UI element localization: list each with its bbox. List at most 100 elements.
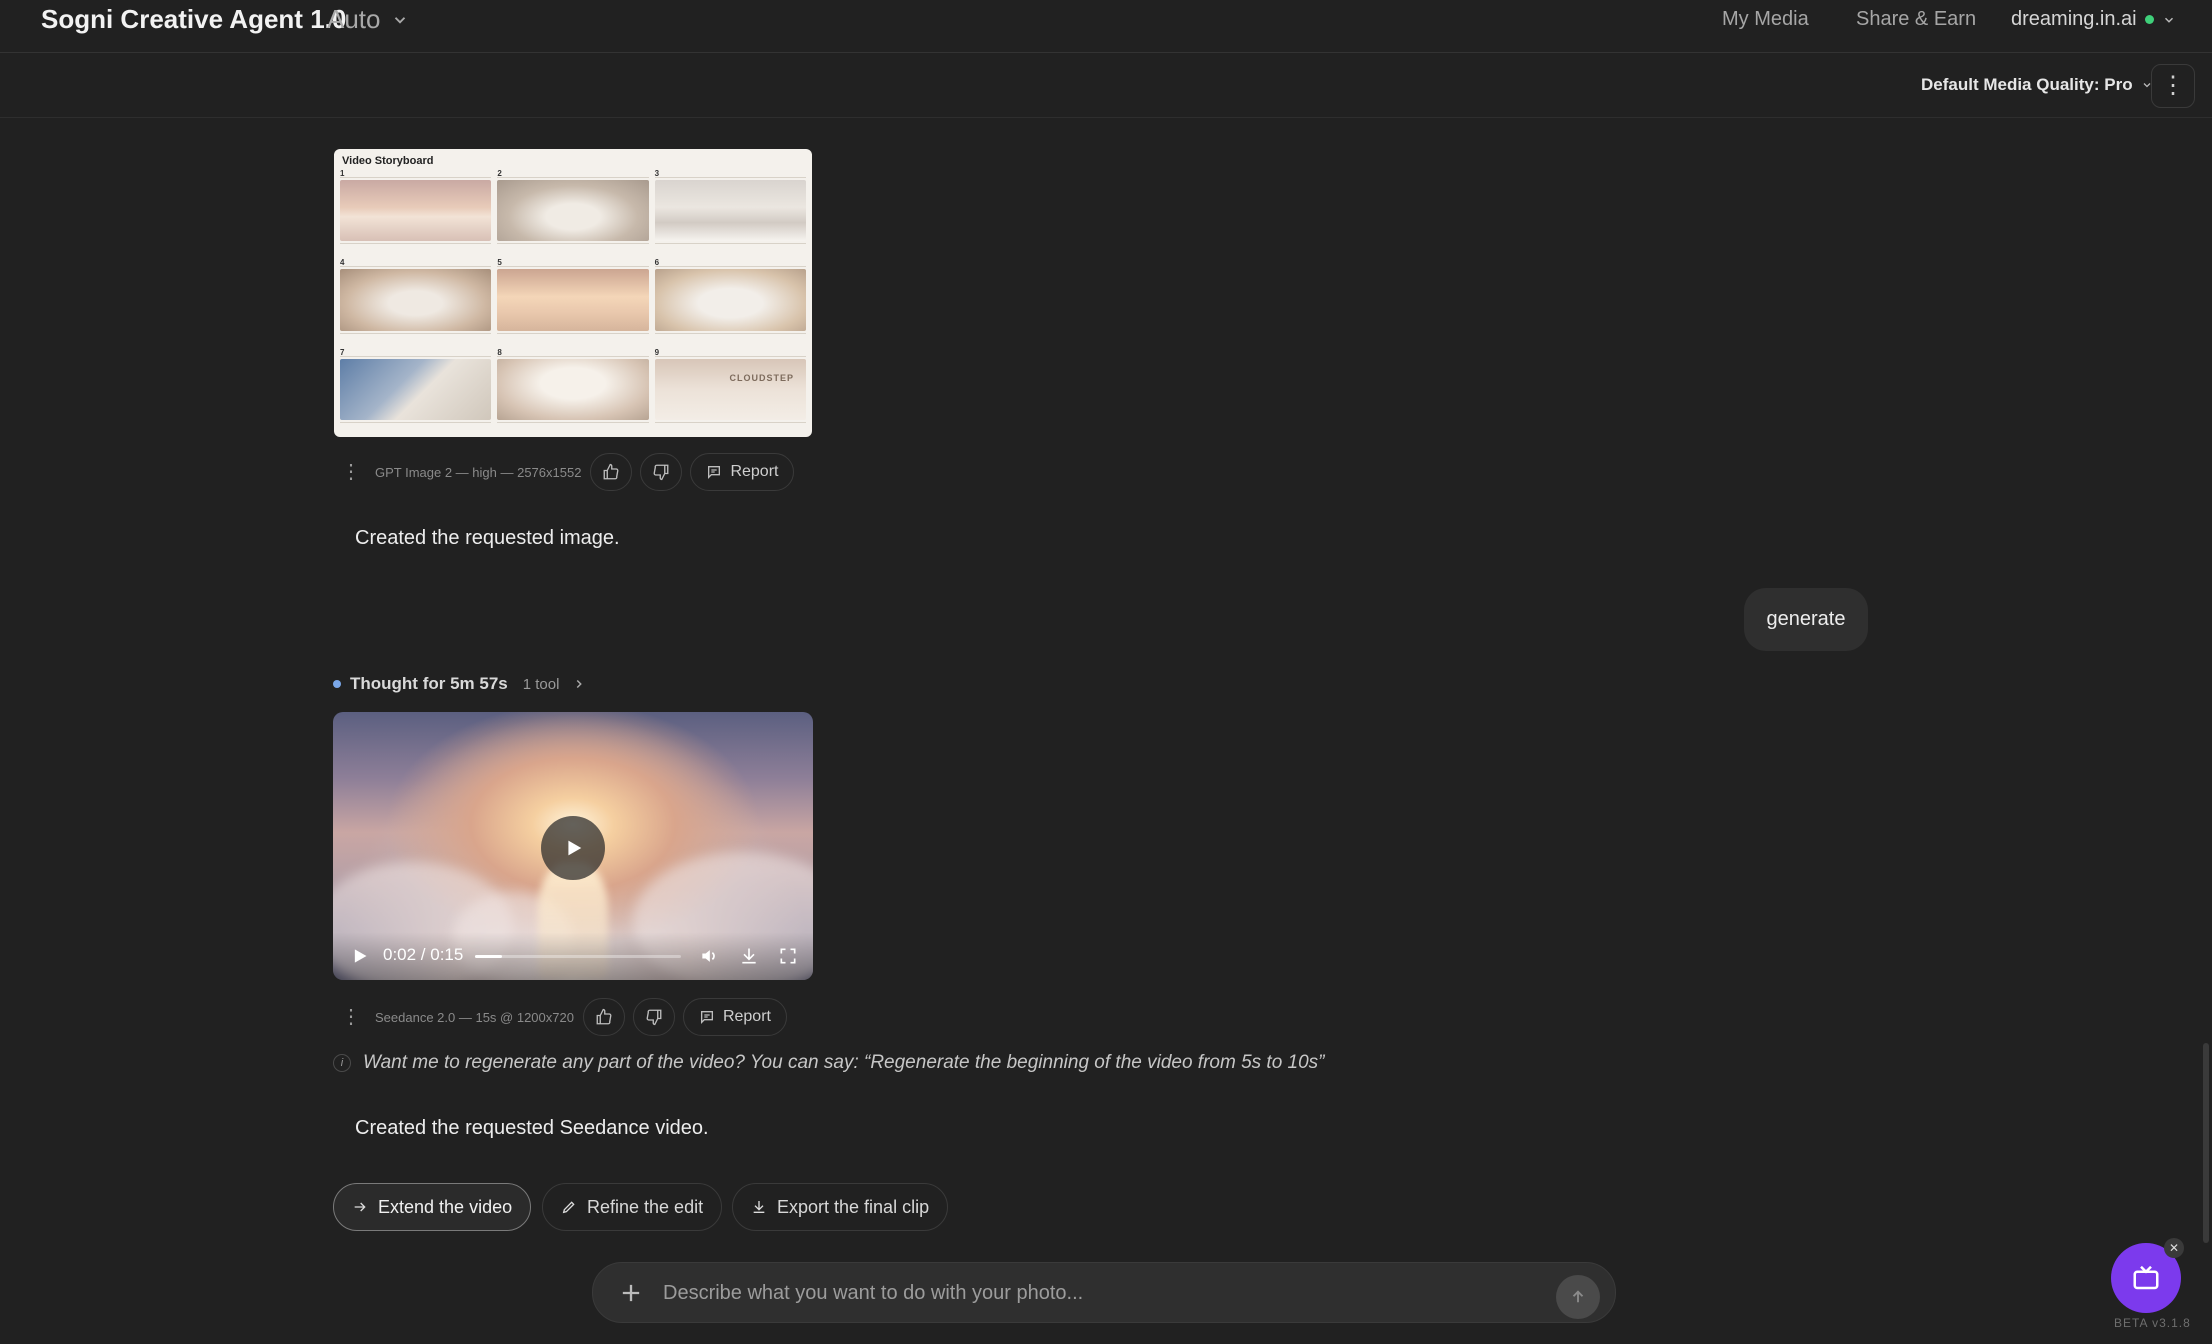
download-icon [753, 1201, 765, 1213]
video-time: 0:02 / 0:15 [383, 945, 464, 964]
media-quality-select[interactable]: Default Media Quality: Pro [1921, 75, 2153, 95]
storyboard-scene: 5 [497, 258, 649, 341]
scene-number: 7 [340, 348, 492, 357]
chevron-down-icon [394, 16, 405, 24]
scene-thumbnail [497, 269, 649, 331]
storyboard-scene: 8 [497, 348, 649, 431]
storyboard-scene: 7 [340, 348, 492, 431]
scene-footer [497, 422, 649, 431]
chevron-down-icon [2164, 17, 2173, 23]
thumbs-up-icon [604, 463, 619, 480]
suggestion-label: Extend the video [378, 1196, 513, 1217]
top-bar: Sogni Creative Agent 1.0 Auto My Media S… [0, 0, 2212, 53]
hint-text: Want me to regenerate any part of the vi… [363, 1052, 1325, 1073]
video-play-overlay-button[interactable] [541, 816, 605, 880]
image-caption: Created the requested image. [355, 527, 620, 549]
user-name: dreaming.in.ai [2011, 8, 2137, 30]
scene-thumbnail: CLOUDSTEP [654, 358, 806, 420]
suggestion-label: Refine the edit [587, 1196, 704, 1217]
video-player[interactable]: 0:02 / 0:15 [333, 712, 813, 980]
suggestion-export-clip[interactable]: Export the final clip [732, 1183, 949, 1231]
pencil-icon [562, 1201, 575, 1214]
kebab-icon: ⋮ [2161, 72, 2185, 99]
scene-number: 1 [340, 169, 492, 178]
user-message: generate [1744, 588, 1868, 651]
chevron-right-icon [577, 679, 583, 689]
kebab-icon[interactable]: ⋮ [341, 1007, 361, 1027]
thought-tool-count: 1 tool [522, 675, 560, 693]
scene-footer [654, 332, 806, 342]
app-title: Sogni Creative Agent 1.0 [41, 4, 347, 34]
storyboard-scene: 9 CLOUDSTEP [654, 348, 806, 431]
scene-thumbnail [654, 269, 806, 331]
storyboard-scene: 4 [340, 258, 492, 342]
thumbs-down-button[interactable] [640, 453, 683, 491]
thumbs-down-button[interactable] [632, 998, 675, 1036]
storyboard-scene: 1 [340, 169, 492, 252]
scene-number: 5 [497, 258, 649, 268]
play-icon [568, 840, 582, 856]
scrollbar[interactable] [2203, 1043, 2209, 1243]
report-button[interactable]: Report [682, 998, 787, 1036]
plus-icon[interactable] [617, 1279, 645, 1307]
thumbs-up-button[interactable] [590, 453, 633, 491]
arrow-right-icon [354, 1202, 366, 1212]
scene-number: 4 [340, 258, 492, 268]
image-meta-text: GPT Image 2 — high — 2576x1552 [375, 464, 582, 480]
close-icon[interactable]: ✕ [2164, 1238, 2184, 1258]
scene-number: 6 [654, 258, 806, 268]
user-menu[interactable]: dreaming.in.ai [2011, 8, 2176, 31]
send-button[interactable] [1556, 1275, 1600, 1319]
sub-bar: Default Media Quality: Pro ⋮ [0, 54, 2212, 118]
volume-icon[interactable] [699, 946, 719, 966]
info-icon: i [333, 1054, 351, 1072]
model-mode-select[interactable]: Auto [327, 4, 409, 35]
kebab-icon[interactable]: ⋮ [341, 462, 361, 482]
scene-thumbnail [654, 180, 806, 242]
thumbs-down-icon [654, 464, 669, 481]
thumbs-down-icon [646, 1009, 662, 1026]
storyboard-image[interactable]: Video Storyboard 1 2 3 4 5 6 7 8 9 CLOUDS… [334, 149, 812, 437]
regenerate-hint: i Want me to regenerate any part of the … [333, 1052, 1325, 1074]
video-seek-bar[interactable] [475, 955, 681, 958]
scene-footer [497, 243, 649, 252]
thought-dot-icon [333, 680, 341, 688]
scene-number: 8 [497, 348, 649, 357]
storyboard-scene: 2 [497, 169, 649, 252]
scene-footer [340, 332, 492, 342]
nav-share-earn[interactable]: Share & Earn [1856, 8, 1976, 31]
nav-my-media[interactable]: My Media [1722, 8, 1809, 31]
play-icon[interactable] [349, 946, 369, 966]
suggestion-extend-video[interactable]: Extend the video [333, 1183, 532, 1231]
video-meta-text: Seedance 2.0 — 15s @ 1200x720 [375, 1009, 574, 1025]
scene-footer [340, 243, 492, 252]
storyboard-scene: 3 [654, 169, 806, 252]
media-quality-label: Default Media Quality: Pro [1921, 75, 2133, 94]
storyboard-title: Video Storyboard [342, 155, 434, 167]
image-meta-row: ⋮ GPT Image 2 — high — 2576x1552 Report [341, 453, 795, 491]
scene-number: 3 [654, 169, 806, 178]
report-button[interactable]: Report [690, 453, 795, 491]
flag-comment-icon [708, 466, 721, 479]
scene-number: 2 [497, 169, 649, 178]
scene-footer [654, 243, 806, 252]
chat-input[interactable] [663, 1275, 1523, 1311]
brand-logo-text: CLOUDSTEP [729, 372, 794, 383]
download-icon[interactable] [739, 946, 759, 966]
suggestion-refine-edit[interactable]: Refine the edit [542, 1183, 723, 1231]
suggestion-label: Export the final clip [777, 1196, 930, 1217]
scene-footer [340, 422, 492, 431]
scene-thumbnail [497, 358, 649, 420]
thumbs-up-icon [596, 1008, 612, 1025]
chat-composer [592, 1262, 1616, 1323]
tv-icon [2133, 1265, 2159, 1290]
thumbs-up-button[interactable] [582, 998, 625, 1036]
fullscreen-icon[interactable] [778, 946, 798, 966]
video-controls: 0:02 / 0:15 [333, 932, 813, 980]
report-label: Report [722, 1008, 771, 1025]
more-options-button[interactable]: ⋮ [2151, 64, 2195, 108]
thought-label: Thought for 5m 57s [350, 674, 508, 693]
thought-summary[interactable]: Thought for 5m 57s 1 tool [333, 674, 586, 694]
video-progress-fill [475, 955, 502, 958]
arrow-up-icon [1572, 1290, 1584, 1303]
